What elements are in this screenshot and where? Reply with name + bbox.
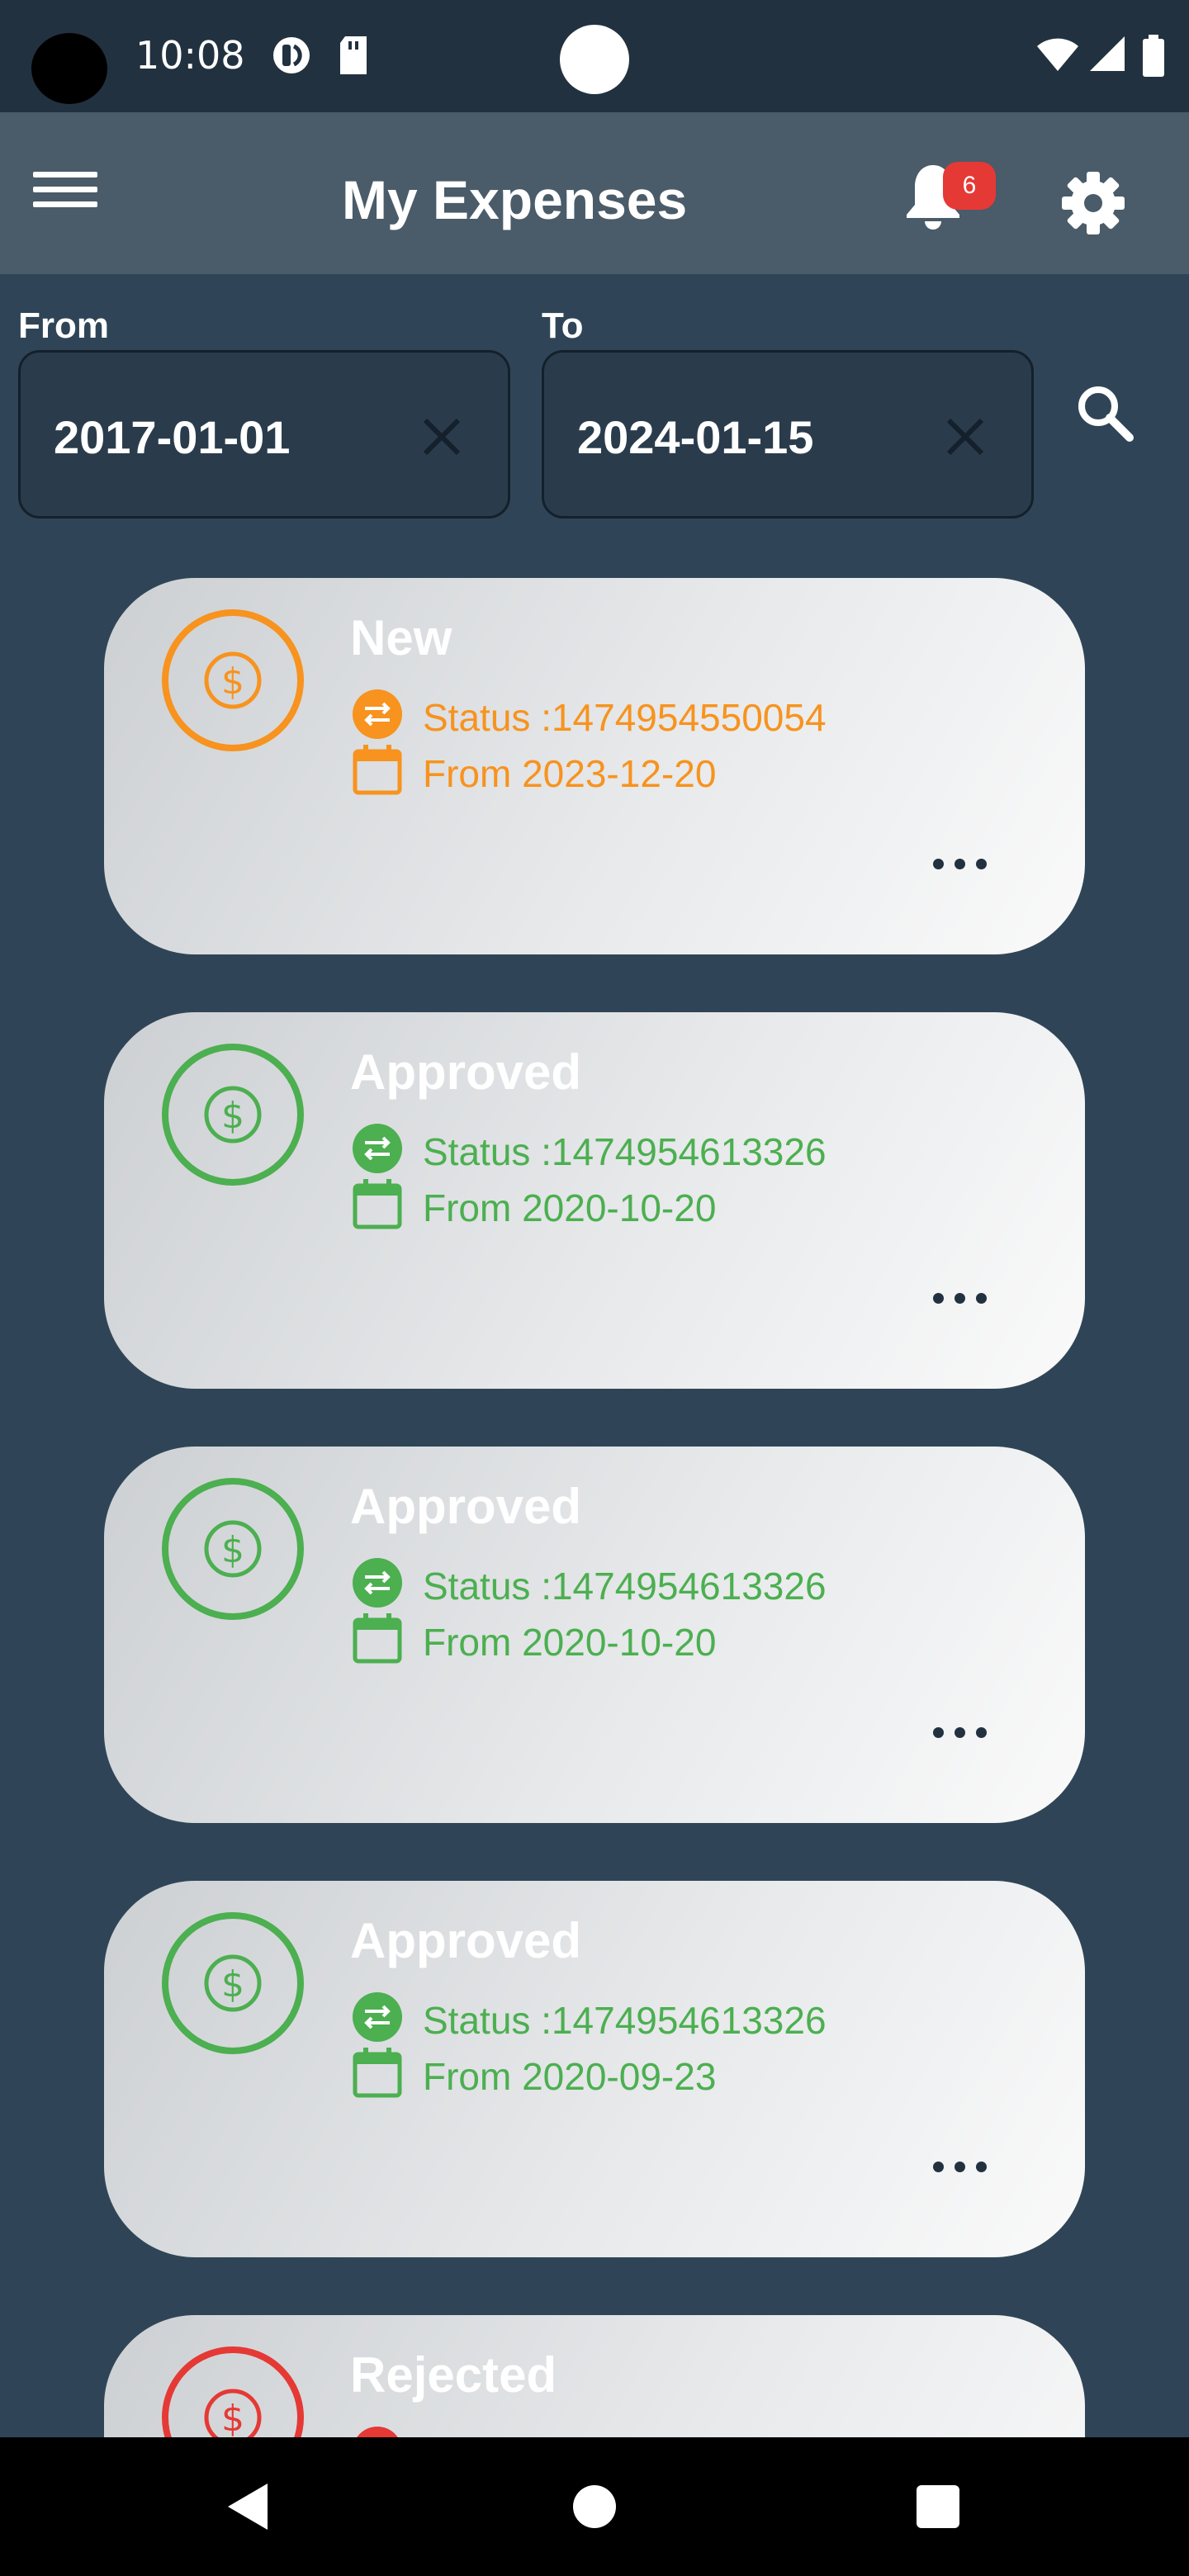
expense-date-text: From 2020-09-23 [423, 2055, 717, 2098]
expense-status-title: Approved [350, 1913, 582, 1968]
from-date-field[interactable]: 2017-01-01 [18, 350, 510, 519]
dollar-coin-icon: $ [162, 609, 304, 751]
gear-icon [1062, 172, 1125, 234]
swap-icon [353, 1558, 402, 1608]
calendar-icon [353, 1179, 402, 1229]
page-title: My Expenses [342, 169, 688, 230]
sd-card-icon [340, 36, 367, 74]
more-icon [933, 859, 944, 869]
swap-icon [353, 1124, 402, 1173]
expense-status-text: Status :1474954550054 [423, 696, 827, 739]
expense-card[interactable]: $ Approved Status :1474954613326 From 2020-… [104, 1881, 1085, 2257]
notification-badge: 6 [943, 162, 996, 210]
more-icon [933, 1293, 944, 1304]
from-label: From [18, 305, 109, 346]
expense-card[interactable]: $ New Status :1474954550054 From 2023-12-20 [104, 578, 1085, 954]
menu-button[interactable] [31, 157, 101, 216]
to-date-field[interactable]: 2024-01-15 [542, 350, 1034, 519]
expense-card[interactable]: $ Approved Status :1474954613326 From 2020-… [104, 1447, 1085, 1823]
settings-button[interactable] [1060, 170, 1126, 236]
from-date-value: 2017-01-01 [54, 411, 291, 463]
dollar-coin-icon: $ [162, 1912, 304, 2054]
more-icon [933, 1727, 944, 1738]
home-icon[interactable] [565, 2477, 624, 2536]
svg-text:$: $ [221, 1529, 244, 1571]
dollar-coin-icon: $ [162, 1478, 304, 1620]
expense-status-text: Status :1474954613326 [423, 1565, 827, 1608]
app-bar: My Expenses 6 [0, 112, 1189, 274]
to-date-value: 2024-01-15 [577, 411, 814, 463]
more-options-button[interactable] [930, 2153, 992, 2178]
svg-text:$: $ [221, 2398, 244, 2440]
expense-card[interactable]: $ Approved Status :1474954613326 From 2020-… [104, 1012, 1085, 1389]
more-options-button[interactable] [930, 850, 992, 875]
expense-status-title: Approved [350, 1479, 582, 1534]
svg-text:$: $ [221, 661, 244, 703]
calendar-icon [353, 2048, 402, 2098]
calendar-icon [353, 1613, 402, 1664]
more-icon [933, 2162, 944, 2172]
close-icon[interactable] [417, 412, 467, 462]
signal-icon [1090, 36, 1125, 71]
camera-hole [31, 33, 107, 104]
expense-status-title: Approved [350, 1044, 582, 1100]
nfc-icon [273, 37, 310, 73]
expense-status-title: New [350, 610, 452, 665]
swap-icon [353, 689, 402, 739]
front-camera [560, 25, 629, 94]
more-options-button[interactable] [930, 1719, 992, 1744]
to-label: To [542, 305, 584, 346]
recents-icon[interactable] [908, 2477, 968, 2536]
close-icon[interactable] [940, 412, 990, 462]
expense-status-text: Status :1474954613326 [423, 1130, 827, 1173]
navigation-bar [0, 2437, 1189, 2576]
svg-text:$: $ [221, 1095, 244, 1137]
expense-status-text: Status :1474954613326 [423, 1999, 827, 2042]
svg-text:$: $ [221, 1963, 244, 2005]
swap-icon [353, 1992, 402, 2042]
expense-date-text: From 2020-10-20 [423, 1186, 717, 1229]
battery-icon [1143, 35, 1164, 77]
status-time: 10:08 [135, 33, 245, 78]
expense-status-title: Rejected [350, 2347, 557, 2403]
wifi-icon [1037, 38, 1078, 71]
menu-icon [33, 172, 97, 178]
expense-date-text: From 2023-12-20 [423, 752, 717, 795]
back-icon[interactable] [220, 2477, 279, 2536]
status-bar: 10:08 [0, 0, 1189, 112]
more-options-button[interactable] [930, 1285, 992, 1309]
search-icon[interactable] [1072, 380, 1138, 446]
expense-date-text: From 2020-10-20 [423, 1621, 717, 1664]
dollar-coin-icon: $ [162, 1044, 304, 1186]
calendar-icon [353, 745, 402, 795]
